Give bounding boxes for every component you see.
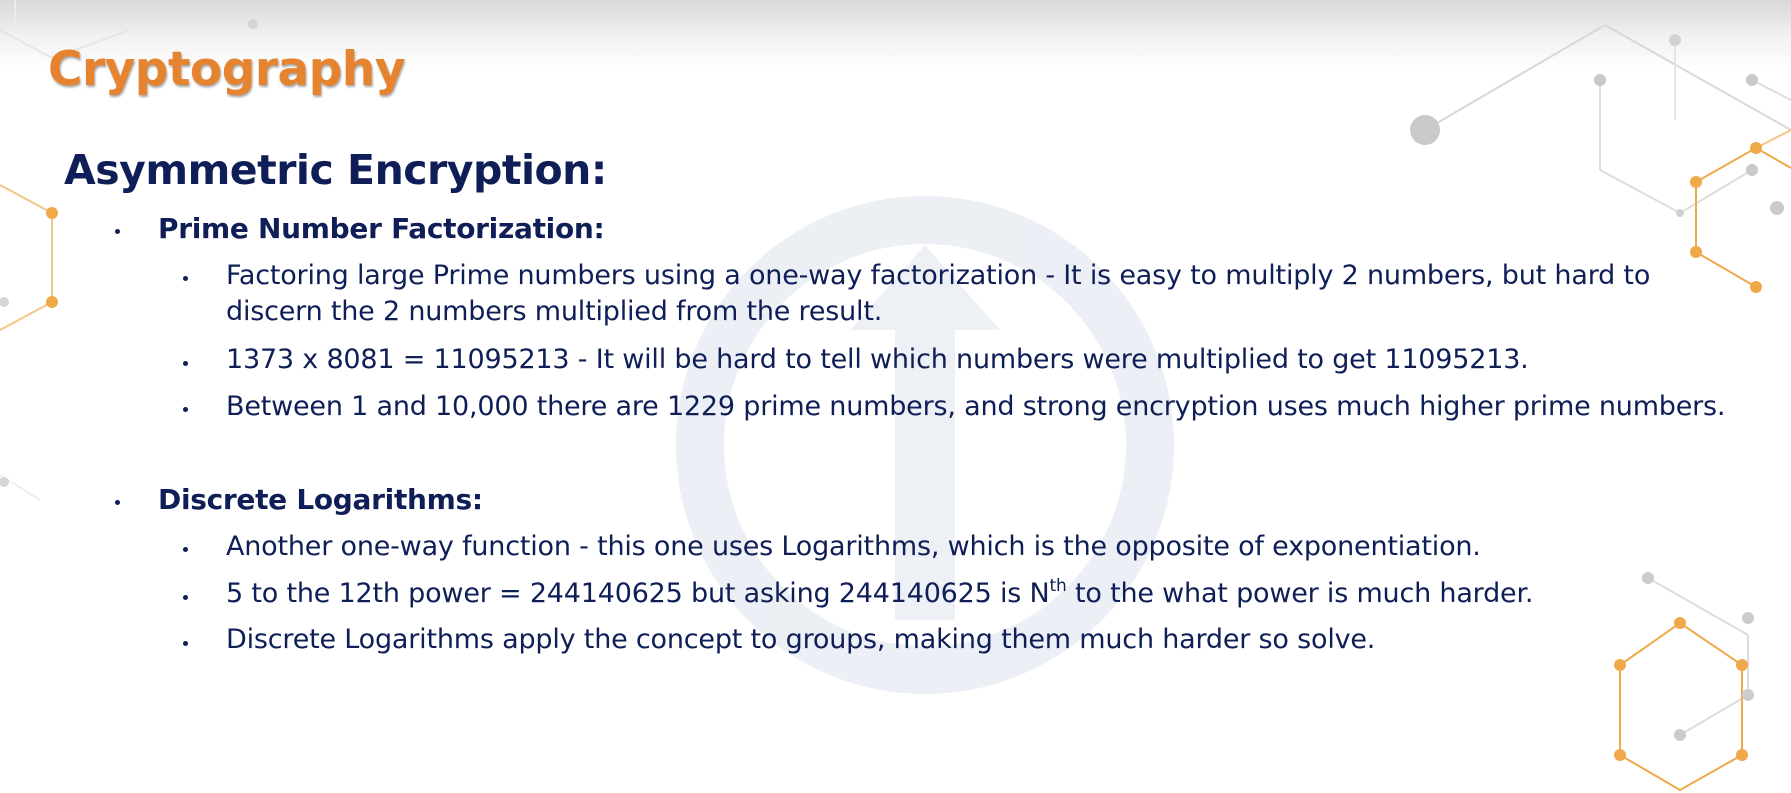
point-one-way-function: Another one-way function - this one uses… bbox=[226, 531, 1481, 562]
point-discrete-groups: Discrete Logarithms apply the concept to… bbox=[226, 624, 1376, 655]
power-example-text: 5 to the 12th power = 244140625 but aski… bbox=[226, 578, 1050, 609]
bullet-dot bbox=[183, 641, 188, 646]
bullet-dot bbox=[183, 547, 188, 552]
bullet-dot bbox=[115, 229, 120, 234]
point-power-example: 5 to the 12th power = 244140625 but aski… bbox=[226, 576, 1533, 612]
top-right-network-decoration bbox=[1410, 24, 1791, 293]
bullet-dot bbox=[183, 407, 188, 412]
bullet-dot bbox=[115, 500, 120, 505]
bullet-dot bbox=[183, 595, 188, 600]
bottom-right-network-decoration bbox=[1614, 572, 1754, 792]
point-prime-count: Between 1 and 10,000 there are 1229 prim… bbox=[226, 391, 1726, 422]
section-heading: Asymmetric Encryption: bbox=[64, 146, 607, 194]
slide-title: Cryptography bbox=[48, 42, 406, 97]
point-multiply-example: 1373 x 8081 = 11095213 - It will be hard… bbox=[226, 344, 1529, 375]
subsection-title-prime: Prime Number Factorization: bbox=[158, 212, 605, 245]
bullet-dot bbox=[183, 361, 188, 366]
subsection-title-logarithms: Discrete Logarithms: bbox=[158, 483, 483, 516]
slide: Cryptography Asymmetric Encryption: Prim… bbox=[0, 0, 1791, 793]
power-example-text-end: to the what power is much harder. bbox=[1066, 578, 1534, 609]
superscript-th: th bbox=[1049, 576, 1067, 596]
bullet-dot bbox=[183, 276, 188, 281]
point-factoring: Factoring large Prime numbers using a on… bbox=[226, 260, 1651, 327]
